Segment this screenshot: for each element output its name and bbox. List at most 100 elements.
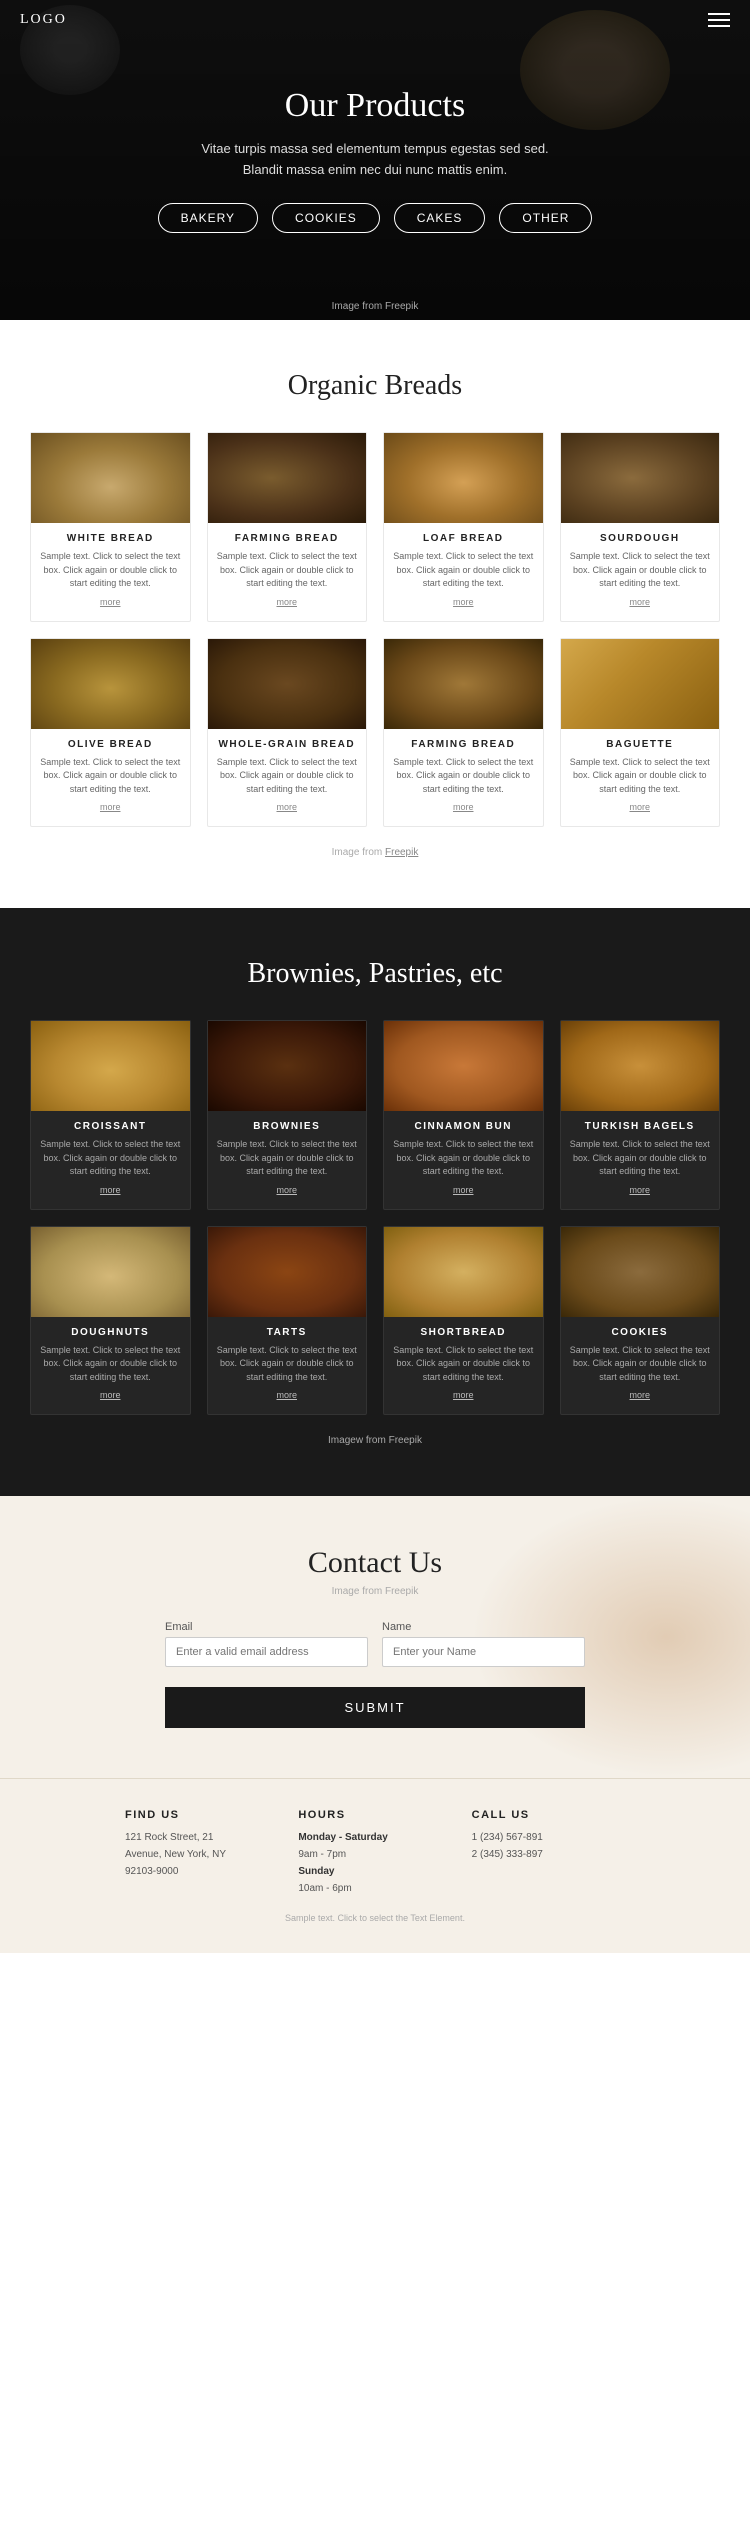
product-more-link[interactable]: more bbox=[100, 802, 121, 812]
hero-subtitle: Vitae turpis massa sed elementum tempus … bbox=[185, 139, 565, 181]
organic-breads-title: Organic Breads bbox=[30, 370, 720, 402]
email-input[interactable] bbox=[165, 1637, 368, 1667]
organic-breads-grid: WHITE BREAD Sample text. Click to select … bbox=[30, 432, 720, 827]
product-description: Sample text. Click to select the text bo… bbox=[561, 756, 720, 797]
footer-grid: FIND US 121 Rock Street, 21Avenue, New Y… bbox=[125, 1809, 625, 1897]
product-description: Sample text. Click to select the text bo… bbox=[384, 1138, 543, 1179]
product-name: BAGUETTE bbox=[606, 739, 673, 750]
submit-button[interactable]: SUBMIT bbox=[165, 1687, 585, 1728]
hero-image-credit: Image from Freepik bbox=[332, 301, 419, 312]
product-card: FARMING BREADSample text. Click to selec… bbox=[383, 638, 544, 828]
product-description: Sample text. Click to select the text bo… bbox=[31, 1138, 190, 1179]
footer-sample-text: Sample text. Click to select the Text El… bbox=[30, 1913, 720, 1923]
call-us-title: CALL US bbox=[472, 1809, 625, 1821]
product-image bbox=[384, 1227, 543, 1317]
product-description: Sample text. Click to select the text bo… bbox=[208, 756, 367, 797]
product-image bbox=[31, 433, 190, 523]
product-name: BROWNIES bbox=[253, 1121, 320, 1132]
product-card: CINNAMON BUN Sample text. Click to select… bbox=[383, 1020, 544, 1210]
hero-title: Our Products bbox=[285, 87, 465, 125]
product-description: Sample text. Click to select the text bo… bbox=[561, 1344, 720, 1385]
product-more-link[interactable]: more bbox=[629, 1185, 650, 1195]
product-name: FARMING BREAD bbox=[411, 739, 515, 750]
product-more-link[interactable]: more bbox=[629, 1390, 650, 1400]
product-name: DOUGHNUTS bbox=[71, 1327, 149, 1338]
product-image bbox=[31, 1227, 190, 1317]
product-card: SHORTBREAD Sample text. Click to select t… bbox=[383, 1226, 544, 1416]
contact-title: Contact Us bbox=[30, 1546, 720, 1580]
product-card: WHOLE-GRAIN BREAD Sample text. Click to s… bbox=[207, 638, 368, 828]
product-name: TURKISH BAGELS bbox=[585, 1121, 695, 1132]
organic-image-credit: Image from Freepik bbox=[30, 847, 720, 858]
product-name: LOAF BREAD bbox=[423, 533, 504, 544]
product-name: TARTS bbox=[267, 1327, 307, 1338]
product-card: DOUGHNUTS Sample text. Click to select th… bbox=[30, 1226, 191, 1416]
footer-find-us: FIND US 121 Rock Street, 21Avenue, New Y… bbox=[125, 1809, 278, 1897]
product-more-link[interactable]: more bbox=[276, 802, 297, 812]
freepik-link[interactable]: Freepik bbox=[385, 847, 418, 858]
product-name: WHITE BREAD bbox=[67, 533, 154, 544]
product-description: Sample text. Click to select the text bo… bbox=[561, 1138, 720, 1179]
footer-hours: HOURS Monday - Saturday 9am - 7pm Sunday… bbox=[298, 1809, 451, 1897]
product-image bbox=[31, 1021, 190, 1111]
product-description: Sample text. Click to select the text bo… bbox=[31, 756, 190, 797]
product-name: WHOLE-GRAIN BREAD bbox=[218, 739, 355, 750]
product-image bbox=[561, 1021, 720, 1111]
find-us-title: FIND US bbox=[125, 1809, 278, 1821]
brownies-grid: CROISSANT Sample text. Click to select th… bbox=[30, 1020, 720, 1415]
product-name: FARMING BREAD bbox=[235, 533, 339, 544]
product-description: Sample text. Click to select the text bo… bbox=[208, 1344, 367, 1385]
brownies-section: Brownies, Pastries, etc CROISSANT Sample … bbox=[0, 908, 750, 1496]
brownies-title: Brownies, Pastries, etc bbox=[30, 958, 720, 990]
product-description: Sample text. Click to select the text bo… bbox=[384, 550, 543, 591]
other-filter-button[interactable]: OTHER bbox=[499, 203, 592, 233]
product-card: OLIVE BREADSample text. Click to select … bbox=[30, 638, 191, 828]
product-more-link[interactable]: more bbox=[100, 1185, 121, 1195]
product-name: SOURDOUGH bbox=[600, 533, 680, 544]
product-card: LOAF BREAD Sample text. Click to select t… bbox=[383, 432, 544, 622]
product-image bbox=[561, 433, 720, 523]
phone2: 2 (345) 333-897 bbox=[472, 1849, 543, 1860]
product-more-link[interactable]: more bbox=[276, 1390, 297, 1400]
product-card: TURKISH BAGELS Sample text. Click to sele… bbox=[560, 1020, 721, 1210]
phone1: 1 (234) 567-891 bbox=[472, 1832, 543, 1843]
product-more-link[interactable]: more bbox=[276, 1185, 297, 1195]
product-description: Sample text. Click to select the text bo… bbox=[31, 1344, 190, 1385]
product-more-link[interactable]: more bbox=[453, 1390, 474, 1400]
product-image bbox=[384, 639, 543, 729]
product-image bbox=[208, 433, 367, 523]
brownies-image-credit: Imagew from Freepik bbox=[30, 1435, 720, 1446]
product-description: Sample text. Click to select the text bo… bbox=[384, 1344, 543, 1385]
product-card: CROISSANT Sample text. Click to select th… bbox=[30, 1020, 191, 1210]
product-name: SHORTBREAD bbox=[420, 1327, 506, 1338]
name-input[interactable] bbox=[382, 1637, 585, 1667]
cookies-filter-button[interactable]: COOKIES bbox=[272, 203, 380, 233]
product-description: Sample text. Click to select the text bo… bbox=[208, 1138, 367, 1179]
product-image bbox=[384, 1021, 543, 1111]
product-more-link[interactable]: more bbox=[453, 1185, 474, 1195]
product-more-link[interactable]: more bbox=[100, 597, 121, 607]
product-name: CINNAMON BUN bbox=[415, 1121, 512, 1132]
cakes-filter-button[interactable]: CAKES bbox=[394, 203, 486, 233]
contact-form-row: Email Name bbox=[165, 1621, 585, 1667]
phone-numbers: 1 (234) 567-891 2 (345) 333-897 bbox=[472, 1829, 625, 1863]
product-more-link[interactable]: more bbox=[629, 597, 650, 607]
product-image bbox=[208, 1227, 367, 1317]
bakery-filter-button[interactable]: BAKERY bbox=[158, 203, 258, 233]
product-more-link[interactable]: more bbox=[629, 802, 650, 812]
product-description: Sample text. Click to select the text bo… bbox=[561, 550, 720, 591]
product-image bbox=[384, 433, 543, 523]
product-more-link[interactable]: more bbox=[453, 802, 474, 812]
product-more-link[interactable]: more bbox=[453, 597, 474, 607]
product-card: BROWNIES Sample text. Click to select the… bbox=[207, 1020, 368, 1210]
hamburger-menu[interactable] bbox=[708, 13, 730, 27]
contact-form: Email Name SUBMIT bbox=[165, 1621, 585, 1728]
product-name: CROISSANT bbox=[74, 1121, 146, 1132]
product-more-link[interactable]: more bbox=[100, 1390, 121, 1400]
hero-section: logo Our Products Vitae turpis massa sed… bbox=[0, 0, 750, 320]
product-more-link[interactable]: more bbox=[276, 597, 297, 607]
product-card: SOURDOUGH Sample text. Click to select th… bbox=[560, 432, 721, 622]
product-image bbox=[561, 639, 720, 729]
product-card: COOKIESSample text. Click to select the … bbox=[560, 1226, 721, 1416]
product-image bbox=[208, 639, 367, 729]
